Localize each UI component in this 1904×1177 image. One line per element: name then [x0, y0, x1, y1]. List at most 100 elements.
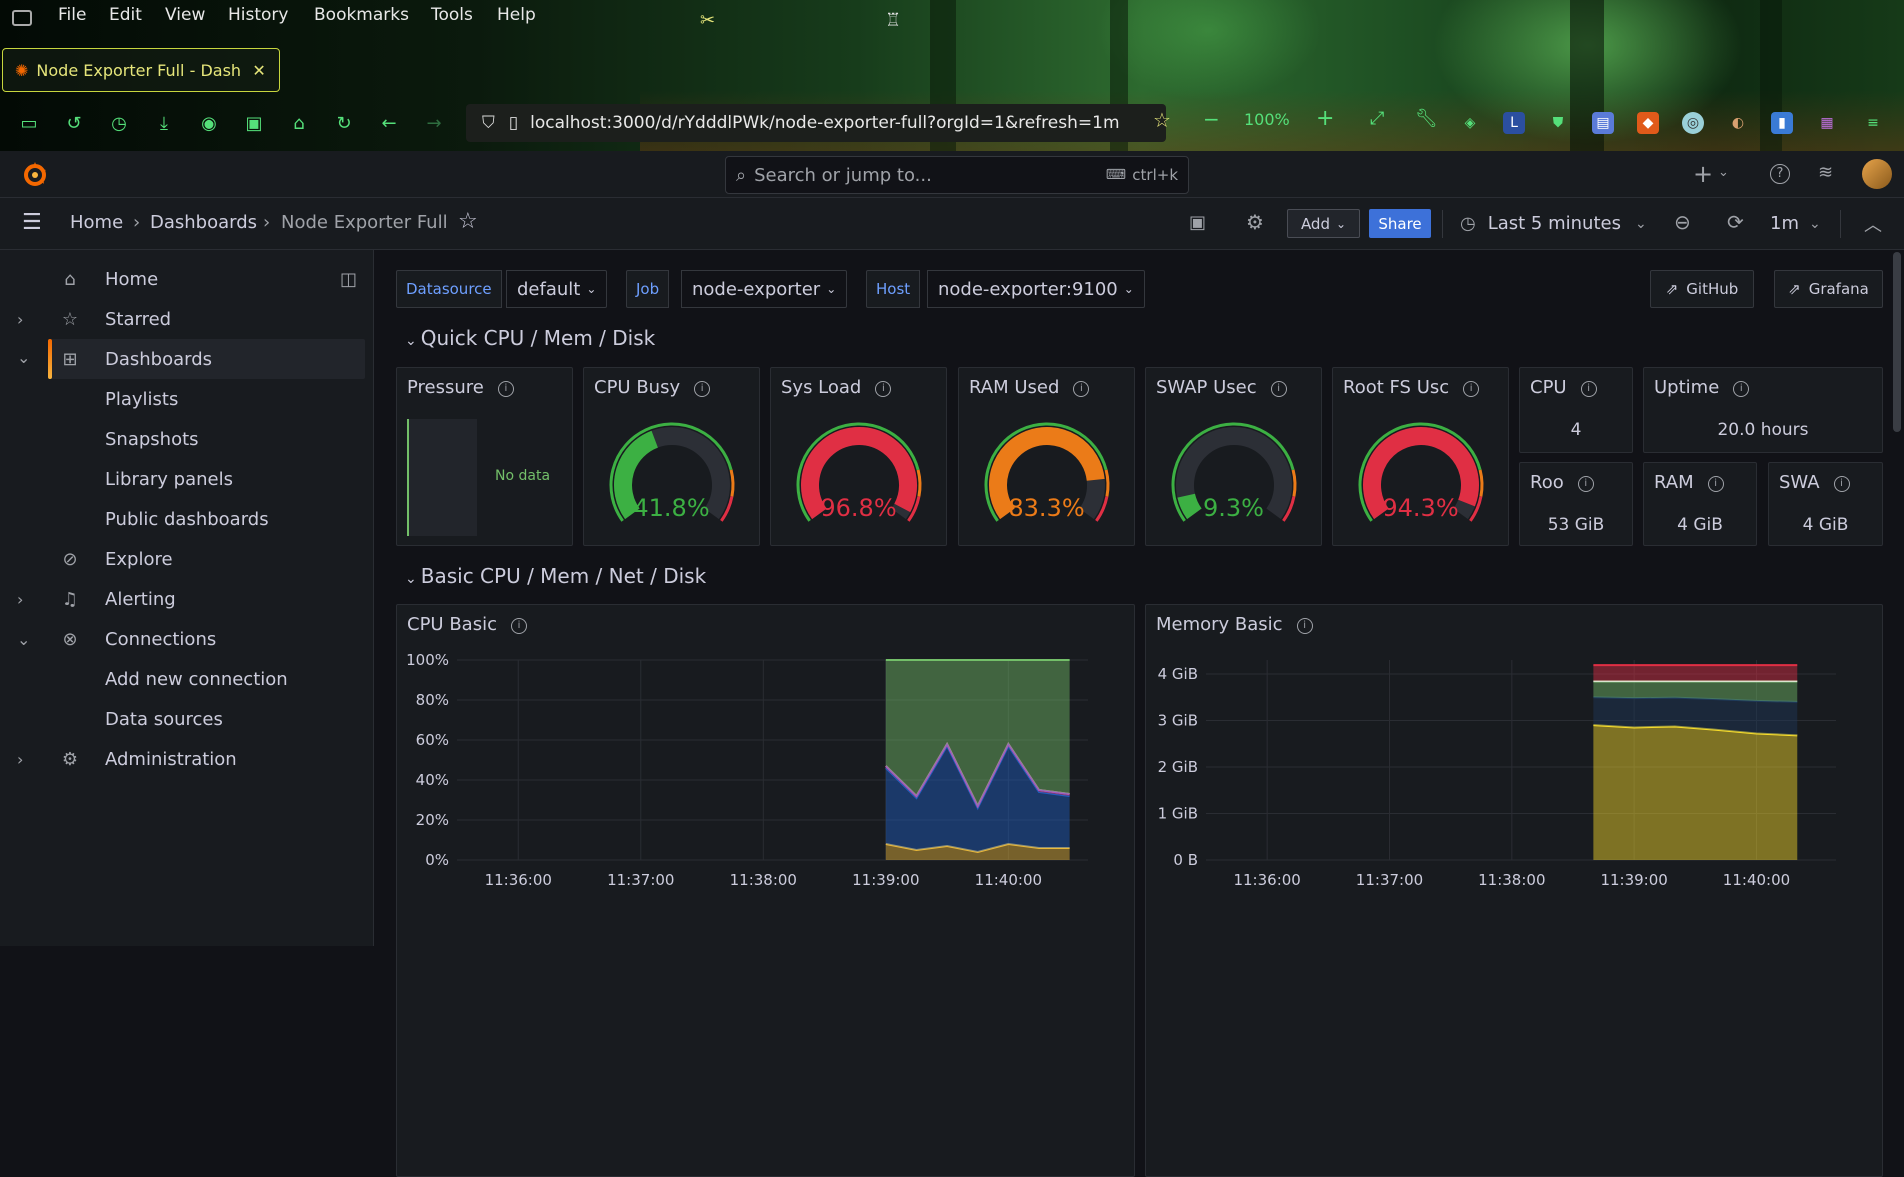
- menu-help[interactable]: Help: [497, 5, 536, 25]
- back-icon[interactable]: ←: [378, 112, 400, 134]
- breadcrumb-home[interactable]: Home: [70, 212, 123, 233]
- settings-gear-icon[interactable]: ⚙: [1246, 210, 1264, 234]
- chevron-down-icon[interactable]: ⌄: [17, 348, 30, 367]
- grafana-link-button[interactable]: ⇗ Grafana: [1774, 270, 1883, 308]
- menu-tools[interactable]: Tools: [431, 5, 473, 25]
- panel-cpu-busy[interactable]: CPU Busy i 41.8%: [583, 367, 760, 546]
- url-bar[interactable]: ⛉ ▯ localhost:3000/d/rYdddlPWk/node-expo…: [466, 104, 1166, 142]
- sidebar-item-administration[interactable]: › ⚙ Administration: [0, 739, 374, 779]
- chevron-right-icon[interactable]: ›: [17, 310, 23, 329]
- save-icon[interactable]: ▣: [1189, 212, 1206, 233]
- sidebar-toggle-icon[interactable]: ▭: [18, 112, 40, 134]
- circle-ext-icon[interactable]: ◎: [1682, 112, 1704, 134]
- sidebar-item-starred[interactable]: › ☆ Starred: [0, 299, 374, 339]
- palette-ext-icon[interactable]: ◐: [1727, 112, 1749, 134]
- row-header-quick[interactable]: ⌄ Quick CPU / Mem / Disk: [405, 326, 655, 350]
- sidebar-item-data-sources[interactable]: Data sources: [0, 699, 374, 739]
- grafana-logo-icon[interactable]: [20, 160, 50, 190]
- mask-icon[interactable]: ◉: [198, 112, 220, 134]
- screenshot-icon[interactable]: ✂: [700, 10, 715, 31]
- forward-icon[interactable]: →: [423, 112, 445, 134]
- sidebar-item-playlists[interactable]: Playlists: [0, 379, 374, 419]
- new-plus-icon[interactable]: +: [1693, 160, 1713, 188]
- scrollbar[interactable]: [1893, 252, 1901, 432]
- refresh-interval-picker[interactable]: 1m ⌄: [1770, 209, 1821, 238]
- panel-pressure[interactable]: Pressure i No data: [396, 367, 573, 546]
- panel-ram-used[interactable]: RAM Used i 83.3%: [958, 367, 1135, 546]
- sidebar-item-home[interactable]: ⌂ Home ◫: [0, 259, 374, 299]
- chevron-up-icon[interactable]: ︿: [1864, 211, 1882, 237]
- panel-swap-used[interactable]: SWAP Usec i 9.3%: [1145, 367, 1322, 546]
- home-browser-icon[interactable]: ⌂: [288, 112, 310, 134]
- save-ext-icon[interactable]: ▤: [1592, 112, 1614, 134]
- tab-close-icon[interactable]: ✕: [252, 61, 265, 80]
- chevron-right-icon[interactable]: ›: [17, 750, 23, 769]
- history-icon[interactable]: ↺: [63, 112, 85, 134]
- time-picker[interactable]: ◷ Last 5 minutes ⌄: [1460, 209, 1647, 238]
- extension-icon[interactable]: ▣: [243, 112, 265, 134]
- avatar[interactable]: [1862, 159, 1892, 189]
- sidebar-item-snapshots[interactable]: Snapshots: [0, 419, 374, 459]
- ext-l-icon[interactable]: L: [1503, 112, 1525, 134]
- panel-ram-total[interactable]: RAM i 4 GiB: [1643, 462, 1757, 546]
- menu-toggle-icon[interactable]: ☰: [22, 210, 42, 235]
- chevron-down-icon[interactable]: ⌄: [17, 630, 30, 649]
- app-menu-icon[interactable]: [12, 10, 32, 26]
- gift-ext-icon[interactable]: ▦: [1816, 112, 1838, 134]
- fox-ext-icon[interactable]: ◆: [1637, 112, 1659, 134]
- browser-tab-active[interactable]: ✺ Node Exporter Full - Dash ✕: [2, 48, 280, 92]
- info-icon[interactable]: i: [1733, 381, 1750, 397]
- panel-sys-load[interactable]: Sys Load i 96.8%: [770, 367, 947, 546]
- variable-select-datasource[interactable]: default ⌄: [506, 270, 608, 308]
- zoom-level[interactable]: 100%: [1244, 110, 1290, 129]
- add-button[interactable]: Add ⌄: [1287, 209, 1360, 238]
- chevron-right-icon[interactable]: ›: [17, 590, 23, 609]
- sidebar-item-connections[interactable]: ⌄ ⊗ Connections: [0, 619, 374, 659]
- dock-menu-icon[interactable]: ◫: [340, 269, 357, 290]
- chevron-down-icon[interactable]: ⌄: [1718, 165, 1729, 180]
- rss-icon[interactable]: ≋: [1818, 162, 1833, 183]
- ublock-icon[interactable]: ⛊: [1547, 112, 1569, 134]
- help-icon[interactable]: ?: [1770, 164, 1790, 184]
- sidebar-item-add-connection[interactable]: Add new connection: [0, 659, 374, 699]
- hamburger-menu-icon[interactable]: ≡: [1862, 112, 1884, 134]
- variable-select-job[interactable]: node-exporter ⌄: [681, 270, 848, 308]
- book-ext-icon[interactable]: ▮: [1771, 112, 1793, 134]
- breadcrumb-dashboards[interactable]: Dashboards: [150, 212, 257, 233]
- refresh-icon[interactable]: ⟳: [1727, 210, 1744, 234]
- share-button[interactable]: Share: [1369, 209, 1431, 238]
- menu-bookmarks[interactable]: Bookmarks: [314, 5, 409, 25]
- row-header-basic[interactable]: ⌄ Basic CPU / Mem / Net / Disk: [405, 564, 706, 588]
- menu-view[interactable]: View: [165, 5, 205, 25]
- search-input[interactable]: ⌕ Search or jump to... ⌨ ctrl+k: [725, 156, 1189, 194]
- sidebar-item-dashboards[interactable]: ⊞ Dashboards: [48, 339, 365, 379]
- sidebar-item-library-panels[interactable]: Library panels: [0, 459, 374, 499]
- panel-cpu-cores[interactable]: CPU i 4: [1519, 367, 1633, 453]
- menu-file[interactable]: File: [58, 5, 86, 25]
- reload-icon[interactable]: ↻: [333, 112, 355, 134]
- sidebar-item-public-dashboards[interactable]: Public dashboards: [0, 499, 374, 539]
- panel-rootfs-used[interactable]: Root FS Usc i 94.3%: [1332, 367, 1509, 546]
- github-link-button[interactable]: ⇗ GitHub: [1650, 270, 1754, 308]
- panel-uptime[interactable]: Uptime i 20.0 hours: [1643, 367, 1883, 453]
- favorite-star-icon[interactable]: ☆: [458, 209, 478, 234]
- download-icon[interactable]: ⤓: [153, 112, 175, 134]
- wrench-icon[interactable]: 🔧︎: [1415, 108, 1438, 129]
- info-icon[interactable]: i: [1577, 476, 1594, 492]
- sidebar-item-explore[interactable]: ⊘ Explore: [0, 539, 374, 579]
- variable-select-host[interactable]: node-exporter:9100 ⌄: [927, 270, 1145, 308]
- menu-history[interactable]: History: [228, 5, 288, 25]
- zoom-out-icon[interactable]: −: [1203, 107, 1220, 131]
- fullscreen-icon[interactable]: ⤢: [1370, 108, 1384, 129]
- sidebar-item-alerting[interactable]: › ♫ Alerting: [0, 579, 374, 619]
- clock-icon[interactable]: ◷: [108, 112, 130, 134]
- menu-edit[interactable]: Edit: [109, 5, 142, 25]
- panel-rootfs-total[interactable]: Roo i 53 GiB: [1519, 462, 1633, 546]
- info-icon[interactable]: i: [497, 381, 514, 397]
- panel-cpu-basic[interactable]: CPU Basic i 0% 20% 40% 60% 80% 100% 11:36:00 11:…: [396, 604, 1135, 1177]
- bookmark-star-icon[interactable]: ☆: [1153, 108, 1171, 132]
- info-icon[interactable]: i: [1580, 381, 1597, 397]
- info-icon[interactable]: i: [1833, 476, 1850, 492]
- zoom-out-time-icon[interactable]: ⊖: [1674, 210, 1691, 234]
- pocket-icon[interactable]: ◈: [1459, 112, 1481, 134]
